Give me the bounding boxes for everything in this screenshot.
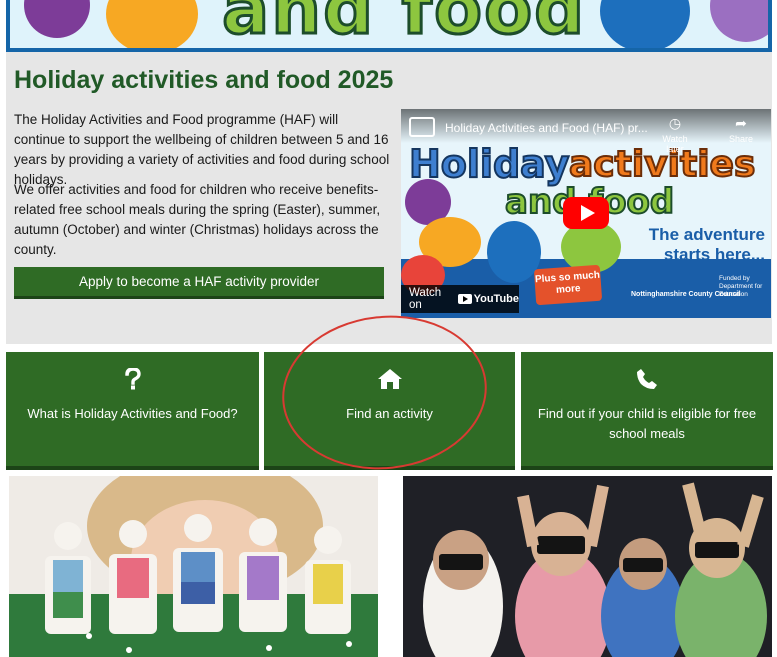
clock-icon: ◷ [668, 115, 682, 131]
share-button[interactable]: ➦ Share [721, 115, 761, 144]
thumbnail-badge: Plus so much more [533, 264, 603, 306]
share-label: Share [728, 134, 754, 144]
watch-later-button[interactable]: ◷ Watch later [655, 115, 695, 154]
tile-check-eligibility[interactable]: Find out if your child is eligible for f… [521, 352, 773, 470]
apply-provider-button[interactable]: Apply to become a HAF activity provider [14, 267, 384, 299]
children-vr-headsets-photo [403, 476, 772, 657]
tile-what-is-haf[interactable]: What is Holiday Activities and Food? [6, 352, 259, 470]
football-icon [24, 0, 90, 38]
watch-on-label: Watch on [409, 287, 442, 311]
intro-section: Holiday activities and food 2025 The Hol… [6, 52, 772, 344]
bowling-icon [106, 0, 198, 48]
tile-label: What is Holiday Activities and Food? [27, 406, 238, 421]
watch-on-youtube-button[interactable]: Watch on YouTube [401, 285, 519, 313]
intro-paragraph: The Holiday Activities and Food programm… [14, 112, 390, 187]
banner-text: and food [220, 0, 587, 50]
tile-label: Find out if your child is eligible for f… [537, 406, 757, 441]
cutlery-icon [600, 0, 690, 48]
gym-icon [710, 0, 768, 42]
thumbnail-headline-holiday: Holiday [408, 142, 570, 186]
funded-by-label: Funded by [719, 275, 750, 282]
youtube-video-embed[interactable]: Holiday activities and food The adventur… [401, 109, 771, 318]
channel-logo-icon[interactable] [409, 117, 435, 137]
youtube-logo: YouTube [457, 293, 519, 305]
dfe-logo-text: Funded by Department for Education [719, 275, 763, 299]
child-paper-dolls-photo [9, 476, 378, 657]
tile-label: Find an activity [346, 406, 433, 421]
play-button[interactable] [563, 197, 609, 229]
youtube-icon [457, 294, 472, 304]
youtube-label: YouTube [473, 293, 519, 305]
top-banner-image: and food [6, 0, 772, 52]
thumbnail-tagline: The adventure starts here... [648, 225, 765, 264]
cutlery-icon [487, 221, 541, 283]
question-icon [6, 368, 259, 390]
eligibility-paragraph: We offer activities and food for childre… [14, 182, 381, 257]
phone-icon [521, 368, 773, 390]
home-icon [264, 368, 515, 390]
share-arrow-icon: ➦ [735, 115, 747, 131]
watch-later-label: Watch later [662, 134, 688, 154]
page-title: Holiday activities and food 2025 [14, 66, 394, 94]
tile-find-activity[interactable]: Find an activity [264, 352, 515, 470]
video-title[interactable]: Holiday Activities and Food (HAF) pr... [445, 121, 648, 135]
department-label: Department for Education [719, 283, 763, 298]
